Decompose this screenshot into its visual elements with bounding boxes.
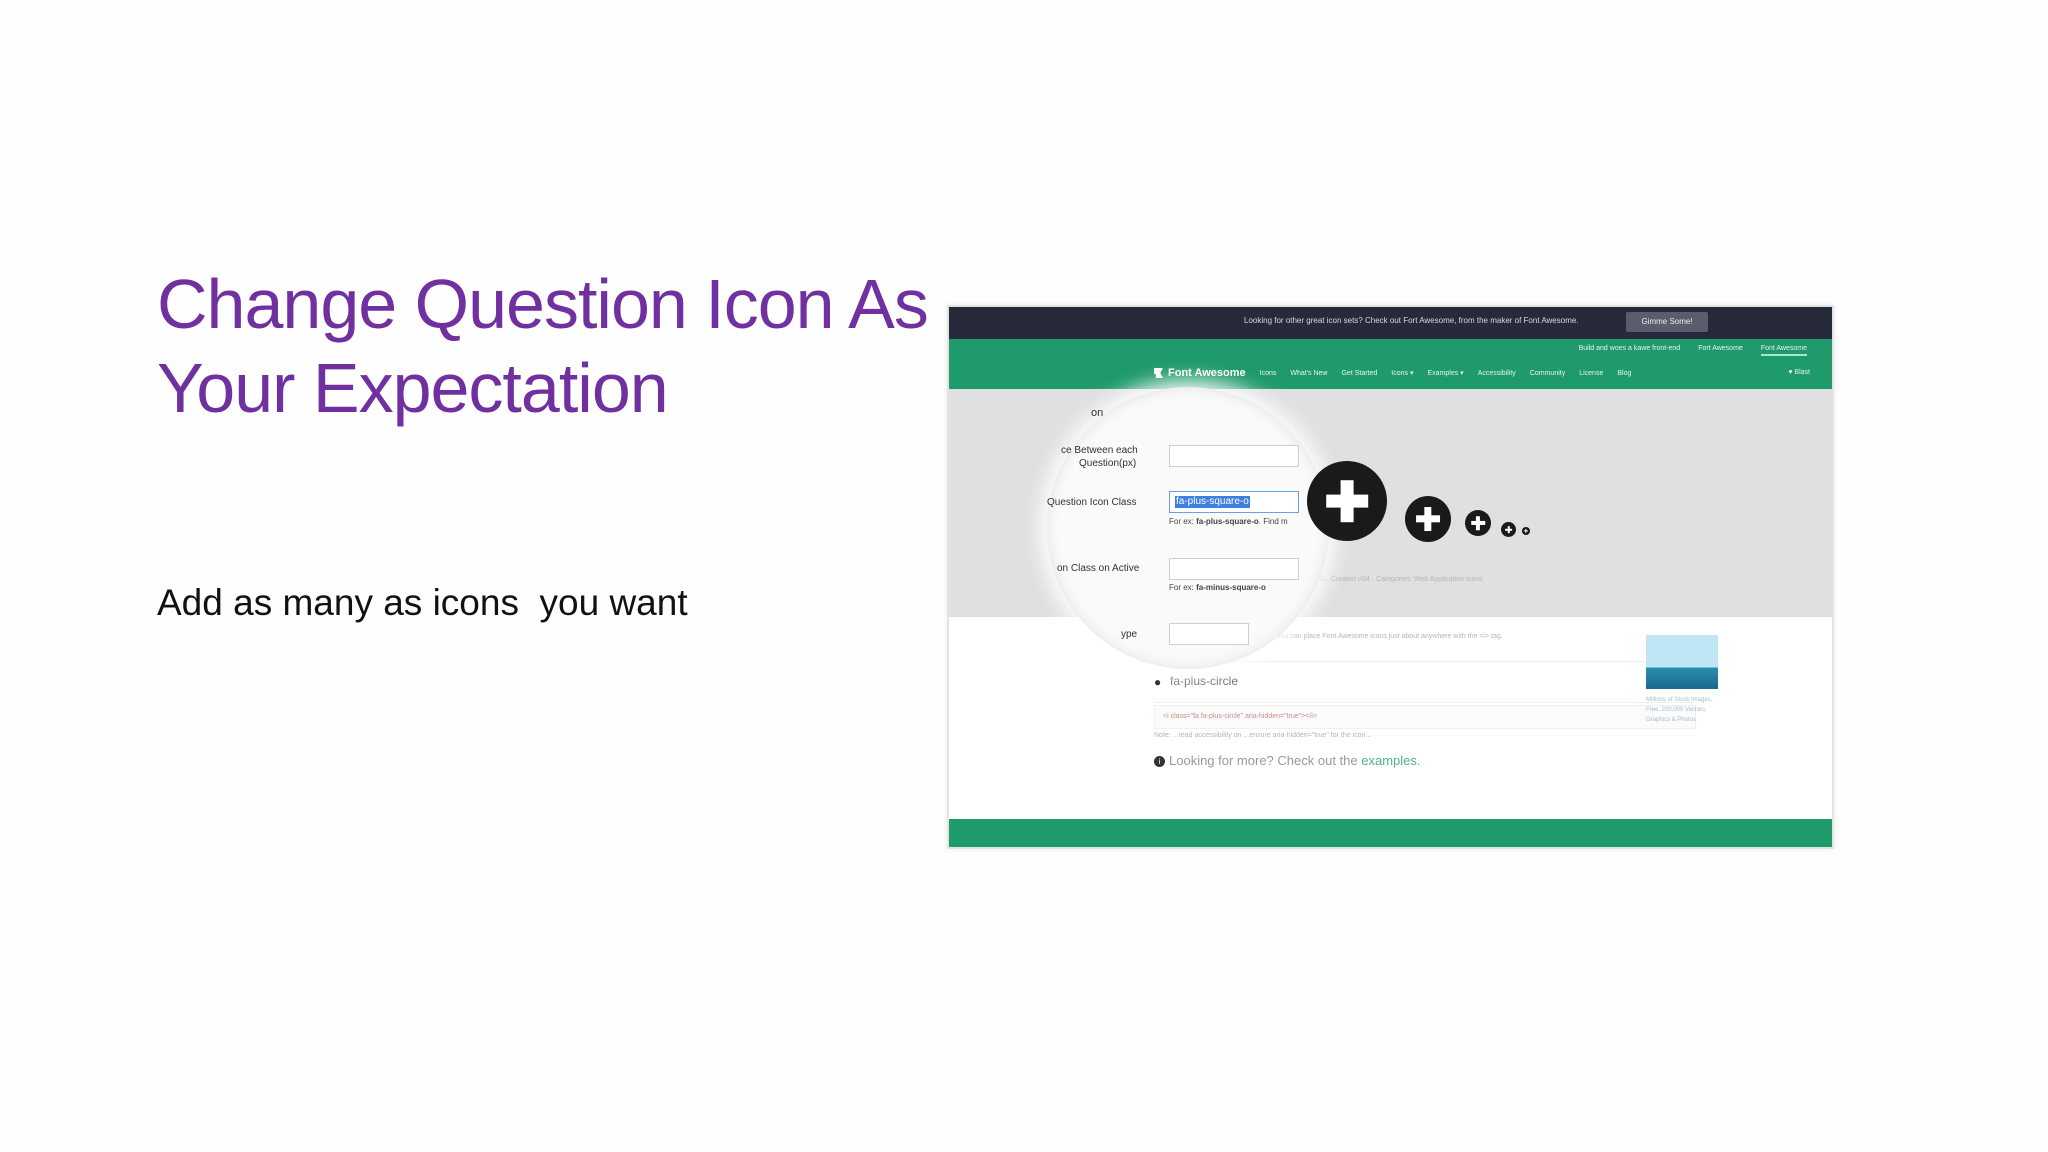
faint-note: Note: ...read accessibility on ...ensure… [1154, 732, 1372, 739]
plus-icon-medium [1465, 510, 1491, 536]
active-icon-label: on Class on Active [1057, 563, 1140, 574]
section-heading: on [1091, 407, 1104, 419]
plus-circle-icon: ● [1154, 675, 1162, 689]
nav-item[interactable]: What's New [1290, 370, 1327, 377]
code-snippet: <i class="fa fa-plus-circle" aria-hidden… [1163, 713, 1317, 720]
nav-item[interactable]: Icons [1260, 370, 1277, 377]
footer-bar [949, 819, 1832, 847]
slide-title: Change Question Icon As Your Expectation [157, 265, 929, 427]
nav-item[interactable]: Examples ▾ [1427, 369, 1463, 377]
site-header: Build and woes a kawe front-end Fort Awe… [949, 339, 1832, 389]
nav-item[interactable]: Community [1530, 370, 1565, 377]
star-link[interactable]: ♥ Blast [1788, 369, 1810, 376]
embedded-screenshot: Looking for other great icon sets? Check… [947, 305, 1834, 849]
nav-item[interactable]: Accessibility [1478, 370, 1516, 377]
icon-class-input[interactable]: fa-plus-square-o [1169, 491, 1299, 513]
spacing-label-line1: ce Between each [1061, 445, 1138, 456]
main-nav: Font Awesome Icons What's New Get Starte… [1154, 367, 1631, 379]
spacing-label-line2: Question(px) [1079, 458, 1137, 469]
info-icon: i [1154, 756, 1165, 768]
brand-logo[interactable]: Font Awesome [1154, 367, 1246, 379]
active-icon-hint: For ex: fa-minus-square-o [1169, 583, 1266, 592]
more-text: Looking for more? Check out the [1169, 753, 1362, 768]
icon-class-label: Question Icon Class [1047, 497, 1137, 508]
plus-icon-tiny [1522, 527, 1530, 535]
type-input[interactable] [1169, 623, 1249, 645]
examples-link[interactable]: examples. [1361, 753, 1420, 768]
nav-item[interactable]: Icons ▾ [1391, 369, 1413, 377]
flag-icon [1154, 368, 1163, 378]
nav-item[interactable]: Get Started [1341, 370, 1377, 377]
active-icon-input[interactable] [1169, 558, 1299, 580]
icon-class-value: fa-plus-square-o [1175, 496, 1250, 508]
icon-example-name: fa-plus-circle [1170, 674, 1239, 688]
spacing-input[interactable] [1169, 445, 1299, 467]
icon-example-row: ● fa-plus-circle [1154, 661, 1694, 703]
ad-text[interactable]: Millions of Stock Images, Free. 200,000 … [1646, 695, 1726, 725]
brand-name: Font Awesome [1168, 367, 1246, 379]
gimme-some-button[interactable]: Gimme Some! [1626, 312, 1708, 332]
ad-thumbnail[interactable] [1646, 635, 1718, 689]
slide: Change Question Icon As Your Expectation… [0, 0, 2048, 1152]
slide-body-text: Add as many as icons you want [157, 582, 688, 623]
more-examples-text: i Looking for more? Check out the example… [1154, 753, 1420, 768]
sub-nav-item[interactable]: Build and woes a kawe front-end [1579, 345, 1681, 356]
plus-icon-small [1501, 522, 1516, 537]
plus-icon-xlarge [1307, 461, 1387, 541]
nav-item[interactable]: Blog [1617, 370, 1631, 377]
plus-icon-large [1405, 496, 1451, 542]
type-label: ype [1121, 629, 1138, 640]
nav-item[interactable]: License [1579, 370, 1603, 377]
sub-nav-item[interactable]: Fort Awesome [1698, 345, 1743, 356]
announcement-text: Looking for other great icon sets? Check… [1244, 316, 1579, 325]
announcement-bar: Looking for other great icon sets? Check… [949, 307, 1832, 339]
code-snippet-row: <i class="fa fa-plus-circle" aria-hidden… [1154, 705, 1696, 729]
sub-nav: Build and woes a kawe front-end Fort Awe… [1579, 345, 1807, 356]
sub-nav-item-active[interactable]: Font Awesome [1760, 345, 1807, 356]
icon-class-hint: For ex: fa-plus-square-o. Find m [1169, 517, 1288, 526]
